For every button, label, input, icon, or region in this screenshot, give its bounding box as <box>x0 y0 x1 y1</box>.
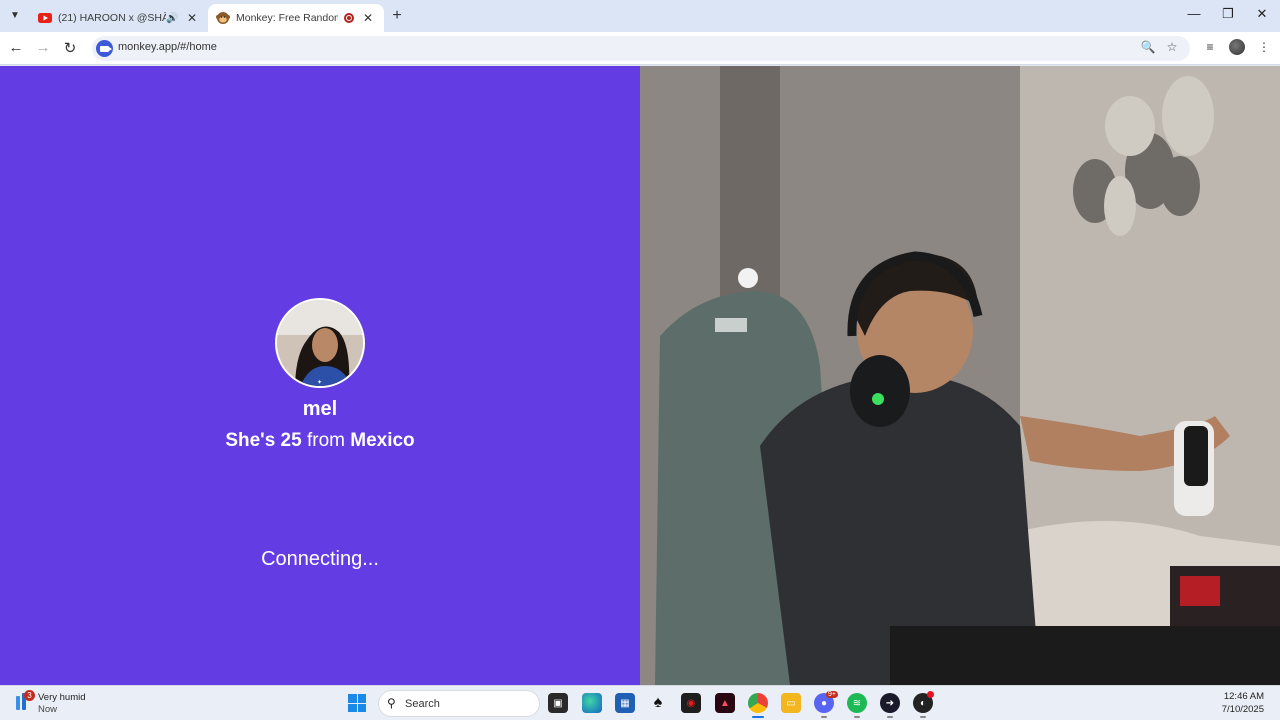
tab-youtube[interactable]: (21) HAROON x @SHĀDE.m 🔊 ✕ <box>30 4 208 32</box>
tab-strip: ▼ (21) HAROON x @SHĀDE.m 🔊 ✕ Monkey: Fre… <box>0 0 1280 32</box>
url-text[interactable]: monkey.app/#/home <box>118 41 217 53</box>
self-video-feed <box>640 66 1280 685</box>
tab-title: (21) HAROON x @SHĀDE.m <box>58 12 166 24</box>
close-tab-icon[interactable]: ✕ <box>184 11 200 25</box>
svg-text:✦: ✦ <box>317 379 322 386</box>
windows-taskbar: 3 Very humid Now ⚲ Search ▣ ▦ ♠ ◉ ▲ ▭ ● … <box>0 685 1280 720</box>
spotify-running-indicator <box>854 716 860 718</box>
weather-badge: 3 <box>24 690 35 701</box>
obs-running-indicator <box>920 716 926 718</box>
chrome-active-indicator <box>752 716 764 718</box>
file-explorer-icon[interactable]: ▭ <box>781 693 801 713</box>
connection-status: Connecting... <box>261 548 379 570</box>
speaker-icon[interactable]: 🔊 <box>166 13 180 24</box>
match-bio: She's 25 from Mexico <box>0 430 640 452</box>
start-button[interactable] <box>348 694 366 712</box>
back-icon[interactable]: ← <box>6 39 26 56</box>
discord-running-indicator <box>821 716 827 718</box>
chrome-icon[interactable] <box>748 693 768 713</box>
close-tab-icon[interactable]: ✕ <box>360 11 376 25</box>
address-bar[interactable]: monkey.app/#/home 🔍 ☆ <box>92 36 1190 61</box>
media-controls-icon[interactable]: ≡ <box>1201 40 1219 54</box>
bio-prefix: She's <box>225 430 276 451</box>
bookmark-star-icon[interactable]: ☆ <box>1164 40 1180 54</box>
profile-avatar[interactable] <box>1229 39 1245 55</box>
clock-time[interactable]: 12:46 AM <box>1224 691 1264 702</box>
page-content: ✦ mel She's 25 from Mexico Connecting... <box>0 66 1280 685</box>
task-view-icon[interactable]: ▣ <box>548 693 568 713</box>
store-icon[interactable]: ▦ <box>615 693 635 713</box>
edge-icon[interactable] <box>582 693 602 713</box>
match-name: mel <box>302 398 338 420</box>
weather-subtitle[interactable]: Now <box>38 704 57 715</box>
stream-running-indicator <box>887 716 893 718</box>
bio-country: Mexico <box>350 430 415 451</box>
restore-icon[interactable]: ❐ <box>1218 6 1238 22</box>
forward-icon[interactable]: → <box>33 39 53 56</box>
tab-monkey[interactable]: Monkey: Free Random Vide ✕ <box>208 4 384 32</box>
match-panel: ✦ mel She's 25 from Mexico Connecting... <box>0 66 640 685</box>
profile-photo: ✦ <box>275 298 365 388</box>
minimize-icon[interactable]: — <box>1184 6 1204 21</box>
close-window-icon[interactable]: ✕ <box>1252 6 1272 22</box>
video-camera-icon[interactable] <box>96 40 113 57</box>
reload-icon[interactable]: ↻ <box>60 39 80 57</box>
menu-dots-icon[interactable]: ⋮ <box>1255 40 1273 54</box>
weather-title[interactable]: Very humid <box>38 692 86 703</box>
clock-date[interactable]: 7/10/2025 <box>1222 704 1264 715</box>
zoom-icon[interactable]: 🔍 <box>1140 40 1156 54</box>
alienware-icon[interactable]: ♠ <box>648 693 668 713</box>
taskbar-search[interactable]: ⚲ Search <box>378 690 540 717</box>
discord-badge: 9+ <box>826 691 838 698</box>
browser-toolbar: ← → ↻ monkey.app/#/home 🔍 ☆ <box>0 32 1280 65</box>
streaming-app-icon[interactable]: ➜ <box>880 693 900 713</box>
search-label: Search <box>405 698 440 710</box>
msi-dragon-icon[interactable]: ◉ <box>681 693 701 713</box>
tab-search-chevron-icon[interactable]: ▼ <box>6 6 24 24</box>
youtube-icon <box>38 11 52 25</box>
bio-age: 25 <box>280 430 302 451</box>
adobe-icon[interactable]: ▲ <box>715 693 735 713</box>
recording-icon <box>344 13 354 23</box>
search-icon: ⚲ <box>387 696 396 710</box>
spotify-icon[interactable]: ≋ <box>847 693 867 713</box>
bio-middle: from <box>306 430 345 451</box>
monkey-icon <box>216 11 230 25</box>
new-tab-button[interactable]: + <box>388 7 406 25</box>
tab-title: Monkey: Free Random Vide <box>236 12 338 24</box>
obs-recording-dot <box>927 691 934 698</box>
